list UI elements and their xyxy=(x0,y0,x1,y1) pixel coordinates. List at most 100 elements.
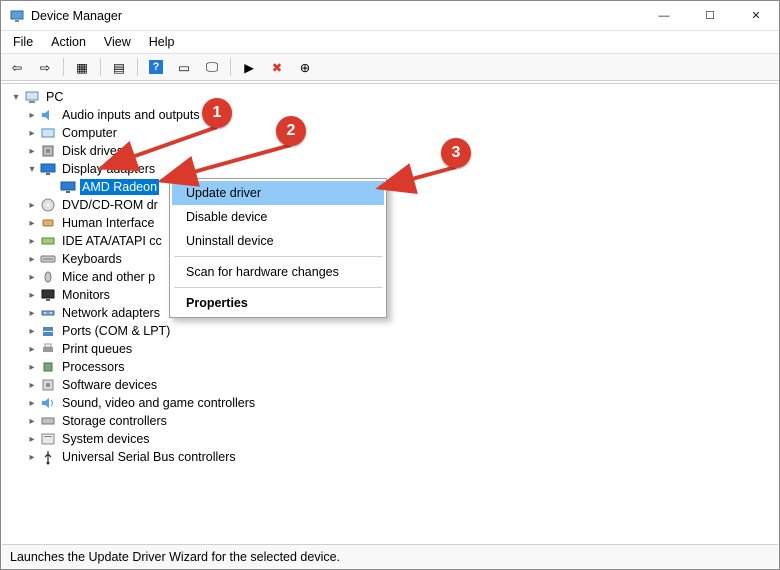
tree-node-label: Storage controllers xyxy=(62,414,167,428)
toolbar-forward-button[interactable]: ⇨ xyxy=(33,56,57,78)
tree-expander-icon[interactable]: ▸ xyxy=(24,200,40,211)
tree-expander-icon[interactable]: ▸ xyxy=(24,416,40,427)
menu-action[interactable]: Action xyxy=(43,33,94,51)
disk-icon xyxy=(40,143,56,159)
tree-category-13[interactable]: ▸ Processors xyxy=(2,358,778,376)
tree-node-label: Processors xyxy=(62,360,125,374)
app-icon xyxy=(9,8,25,24)
audio-icon xyxy=(40,107,56,123)
close-button[interactable]: ✕ xyxy=(733,1,779,31)
tree-category-4[interactable]: ▸DVD/CD-ROM dr xyxy=(2,196,778,214)
tree-expander-icon[interactable]: ▸ xyxy=(24,290,40,301)
menu-help[interactable]: Help xyxy=(141,33,183,51)
tree-category-2[interactable]: ▸Disk drives xyxy=(2,142,778,160)
toolbar-properties-button[interactable]: ▤ xyxy=(107,56,131,78)
tree-expander-icon[interactable]: ▾ xyxy=(24,164,40,175)
tree-root-pc[interactable]: ▾ PC xyxy=(2,88,778,106)
tree-expander-icon[interactable]: ▾ xyxy=(8,92,24,103)
tree-expander-icon[interactable]: ▸ xyxy=(24,254,40,265)
tree-category-18[interactable]: ▸Universal Serial Bus controllers xyxy=(2,448,778,466)
device-tree[interactable]: ▾PC▸Audio inputs and outputs▸Computer▸Di… xyxy=(2,83,778,543)
toolbar-help-button[interactable]: ? xyxy=(144,56,168,78)
tree-node-label: PC xyxy=(46,90,63,104)
menu-view[interactable]: View xyxy=(96,33,139,51)
toolbar-enable-button[interactable]: ▶ xyxy=(237,56,261,78)
tree-category-12[interactable]: ▸ Print queues xyxy=(2,340,778,358)
tree-device-3-0[interactable]: AMD Radeon xyxy=(2,178,778,196)
show-hide-icon: ▦ xyxy=(76,60,88,75)
context-menu-item[interactable]: Disable device xyxy=(172,205,384,229)
tree-category-0[interactable]: ▸ Audio inputs and outputs xyxy=(2,106,778,124)
toolbar-scan-hardware-button[interactable]: ▭ xyxy=(172,56,196,78)
tree-expander-icon[interactable]: ▸ xyxy=(24,434,40,445)
toolbar-remove-button[interactable]: ✖ xyxy=(265,56,289,78)
toolbar-back-button[interactable]: ⇦ xyxy=(5,56,29,78)
forward-icon: ⇨ xyxy=(40,60,50,75)
system-icon xyxy=(40,431,56,447)
tree-node-label: Print queues xyxy=(62,342,132,356)
tree-expander-icon[interactable]: ▸ xyxy=(24,146,40,157)
annotation-badge-1: 1 xyxy=(202,98,232,128)
tree-node-label: Network adapters xyxy=(62,306,160,320)
monitor-icon xyxy=(40,287,56,303)
annotation-badge-3: 3 xyxy=(441,138,471,168)
tree-node-label: Mice and other p xyxy=(62,270,155,284)
minimize-button[interactable]: — xyxy=(641,1,687,31)
tree-category-7[interactable]: ▸Keyboards xyxy=(2,250,778,268)
toolbar-separator xyxy=(137,58,138,76)
ide-icon xyxy=(40,233,56,249)
tree-category-11[interactable]: ▸Ports (COM & LPT) xyxy=(2,322,778,340)
tree-expander-icon[interactable]: ▸ xyxy=(24,110,40,121)
maximize-button[interactable]: ☐ xyxy=(687,1,733,31)
tree-expander-icon[interactable]: ▸ xyxy=(24,236,40,247)
enable-icon: ▶ xyxy=(244,60,254,75)
toolbar-show-hide-button[interactable]: ▦ xyxy=(70,56,94,78)
display-icon xyxy=(40,161,56,177)
tree-expander-icon[interactable]: ▸ xyxy=(24,326,40,337)
hid-icon xyxy=(40,215,56,231)
tree-node-label: Audio inputs and outputs xyxy=(62,108,200,122)
help-icon: ? xyxy=(149,60,163,74)
tree-category-15[interactable]: ▸ Sound, video and game controllers xyxy=(2,394,778,412)
context-menu-item[interactable]: Properties xyxy=(172,291,384,315)
context-menu-item[interactable]: Scan for hardware changes xyxy=(172,260,384,284)
tree-expander-icon[interactable]: ▸ xyxy=(24,272,40,283)
tree-category-14[interactable]: ▸ Software devices xyxy=(2,376,778,394)
tree-category-1[interactable]: ▸ Computer xyxy=(2,124,778,142)
toolbar-monitor-button[interactable]: 🖵 xyxy=(200,56,224,78)
tree-node-label: Computer xyxy=(62,126,117,140)
tree-expander-icon[interactable]: ▸ xyxy=(24,218,40,229)
tree-category-3[interactable]: ▾Display adapters xyxy=(2,160,778,178)
tree-node-label: Sound, video and game controllers xyxy=(62,396,255,410)
context-menu-item[interactable]: Uninstall device xyxy=(172,229,384,253)
annotation-badge-2: 2 xyxy=(276,116,306,146)
tree-category-16[interactable]: ▸ Storage controllers xyxy=(2,412,778,430)
context-menu[interactable]: Update driverDisable deviceUninstall dev… xyxy=(169,178,387,318)
tree-category-8[interactable]: ▸ Mice and other p xyxy=(2,268,778,286)
tree-expander-icon[interactable]: ▸ xyxy=(24,380,40,391)
tree-category-10[interactable]: ▸ Network adapters xyxy=(2,304,778,322)
tree-expander-icon[interactable]: ▸ xyxy=(24,362,40,373)
tree-node-label: IDE ATA/ATAPI cc xyxy=(62,234,162,248)
tree-category-5[interactable]: ▸Human Interface xyxy=(2,214,778,232)
toolbar-update-driver-button[interactable]: ⊕ xyxy=(293,56,317,78)
remove-icon: ✖ xyxy=(272,60,282,75)
tree-expander-icon[interactable]: ▸ xyxy=(24,344,40,355)
tree-expander-icon[interactable]: ▸ xyxy=(24,308,40,319)
toolbar-separator xyxy=(63,58,64,76)
print-icon xyxy=(40,341,56,357)
menu-file[interactable]: File xyxy=(5,33,41,51)
tree-category-6[interactable]: ▸ IDE ATA/ATAPI cc xyxy=(2,232,778,250)
tree-node-label: Software devices xyxy=(62,378,157,392)
context-menu-item[interactable]: Update driver xyxy=(172,181,384,205)
tree-node-label: System devices xyxy=(62,432,150,446)
tree-category-9[interactable]: ▸Monitors xyxy=(2,286,778,304)
tree-expander-icon[interactable]: ▸ xyxy=(24,398,40,409)
usb-icon xyxy=(40,449,56,465)
back-icon: ⇦ xyxy=(12,60,22,75)
window-title: Device Manager xyxy=(31,9,122,23)
tree-expander-icon[interactable]: ▸ xyxy=(24,128,40,139)
tree-expander-icon[interactable]: ▸ xyxy=(24,452,40,463)
tree-category-17[interactable]: ▸ System devices xyxy=(2,430,778,448)
context-menu-separator xyxy=(174,256,382,257)
